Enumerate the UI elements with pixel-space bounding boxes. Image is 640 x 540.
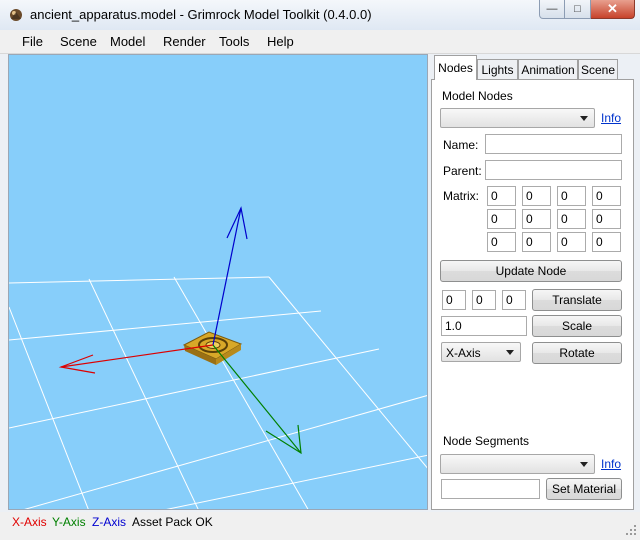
name-field[interactable] bbox=[485, 134, 622, 154]
matrix-cell[interactable]: 0 bbox=[522, 232, 551, 252]
status-bar: X-Axis Y-Axis Z-Axis Asset Pack OK bbox=[0, 512, 640, 540]
ground-grid bbox=[9, 276, 427, 509]
translate-y-field[interactable]: 0 bbox=[472, 290, 496, 310]
3d-viewport[interactable] bbox=[8, 54, 428, 510]
status-z-axis: Z-Axis bbox=[92, 515, 126, 529]
segments-info-link[interactable]: Info bbox=[601, 457, 621, 471]
menu-tools[interactable]: Tools bbox=[219, 34, 249, 49]
menu-scene[interactable]: Scene bbox=[60, 34, 97, 49]
matrix-cell[interactable]: 0 bbox=[557, 232, 586, 252]
tab-animation[interactable]: Animation bbox=[518, 59, 578, 79]
set-material-button[interactable]: Set Material bbox=[546, 478, 622, 500]
app-icon bbox=[10, 9, 22, 21]
menu-help[interactable]: Help bbox=[267, 34, 294, 49]
matrix-cell[interactable]: 0 bbox=[557, 186, 586, 206]
translate-z-field[interactable]: 0 bbox=[502, 290, 526, 310]
translate-button[interactable]: Translate bbox=[532, 289, 622, 311]
minimize-icon: — bbox=[546, 3, 558, 15]
node-segments-dropdown[interactable] bbox=[440, 454, 595, 474]
matrix-cell[interactable]: 0 bbox=[522, 209, 551, 229]
rotate-button[interactable]: Rotate bbox=[532, 342, 622, 364]
name-label: Name: bbox=[443, 138, 479, 152]
update-node-button[interactable]: Update Node bbox=[440, 260, 622, 282]
menu-render[interactable]: Render bbox=[163, 34, 206, 49]
matrix-label: Matrix: bbox=[443, 189, 479, 203]
window-title: ancient_apparatus.model - Grimrock Model… bbox=[30, 7, 372, 22]
title-bar[interactable]: ancient_apparatus.model - Grimrock Model… bbox=[0, 0, 640, 30]
material-field[interactable] bbox=[441, 479, 540, 499]
tab-scene[interactable]: Scene bbox=[578, 59, 618, 79]
status-x-axis: X-Axis bbox=[12, 515, 47, 529]
model-nodes-dropdown[interactable] bbox=[440, 108, 595, 128]
side-panel: Nodes Lights Animation Scene Model Nodes… bbox=[431, 55, 634, 510]
menu-model[interactable]: Model bbox=[110, 34, 145, 49]
nodes-tab-body: Model Nodes Info Name: Parent: Matrix: 0… bbox=[431, 79, 634, 510]
close-button[interactable]: ✕ bbox=[591, 0, 635, 19]
menu-bar: File Scene Model Render Tools Help bbox=[0, 30, 640, 54]
resize-grip-icon[interactable] bbox=[625, 524, 637, 536]
matrix-cell[interactable]: 0 bbox=[592, 186, 621, 206]
tab-lights[interactable]: Lights bbox=[477, 59, 518, 79]
tab-strip: Nodes Lights Animation Scene bbox=[431, 55, 634, 80]
status-asset-pack: Asset Pack OK bbox=[132, 515, 213, 529]
chevron-down-icon bbox=[580, 462, 588, 467]
matrix-cell[interactable]: 0 bbox=[592, 209, 621, 229]
parent-label: Parent: bbox=[443, 164, 482, 178]
chevron-down-icon bbox=[580, 116, 588, 121]
translate-x-field[interactable]: 0 bbox=[442, 290, 466, 310]
axis-gizmo bbox=[58, 206, 302, 455]
minimize-button[interactable]: — bbox=[539, 0, 565, 19]
axis-select[interactable]: X-Axis bbox=[441, 342, 521, 362]
matrix-cell[interactable]: 0 bbox=[592, 232, 621, 252]
model-nodes-label: Model Nodes bbox=[442, 89, 513, 103]
matrix-cell[interactable]: 0 bbox=[487, 209, 516, 229]
tab-nodes[interactable]: Nodes bbox=[434, 55, 477, 80]
matrix-cell[interactable]: 0 bbox=[557, 209, 586, 229]
viewport-scene bbox=[9, 206, 427, 509]
model-nodes-info-link[interactable]: Info bbox=[601, 111, 621, 125]
scale-button[interactable]: Scale bbox=[532, 315, 622, 337]
status-y-axis: Y-Axis bbox=[52, 515, 86, 529]
matrix-cell[interactable]: 0 bbox=[522, 186, 551, 206]
close-icon: ✕ bbox=[607, 1, 618, 16]
menu-file[interactable]: File bbox=[22, 34, 43, 49]
maximize-button[interactable]: □ bbox=[565, 0, 591, 19]
matrix-cell[interactable]: 0 bbox=[487, 232, 516, 252]
parent-field[interactable] bbox=[485, 160, 622, 180]
matrix-cell[interactable]: 0 bbox=[487, 186, 516, 206]
node-segments-label: Node Segments bbox=[443, 434, 530, 448]
maximize-icon: □ bbox=[574, 3, 581, 15]
scale-field[interactable]: 1.0 bbox=[441, 316, 527, 336]
chevron-down-icon bbox=[506, 350, 514, 355]
